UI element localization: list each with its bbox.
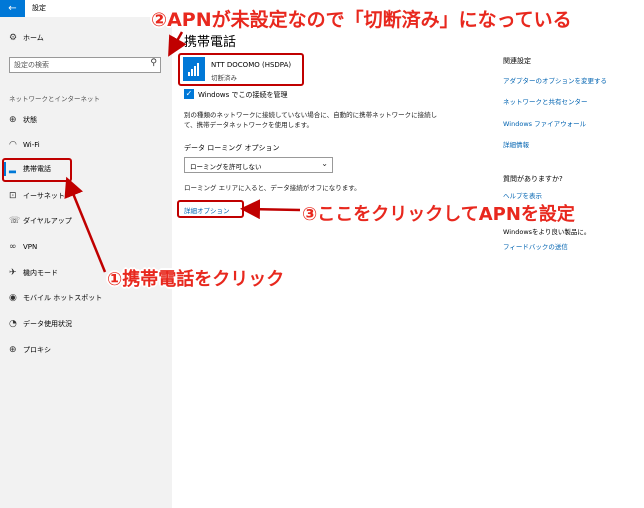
- arrow-step3: [240, 199, 301, 220]
- annotation-step2: ②APNが未設定なので「切断済み」になっている: [151, 9, 572, 31]
- arrow-step2: [168, 31, 187, 57]
- annotation-step3: ③ここをクリックしてAPNを設定: [302, 204, 575, 225]
- annotation-arrows: [64, 31, 301, 273]
- arrow-step1: [64, 176, 107, 273]
- annotation-step1: ①携帯電話をクリック: [107, 269, 285, 290]
